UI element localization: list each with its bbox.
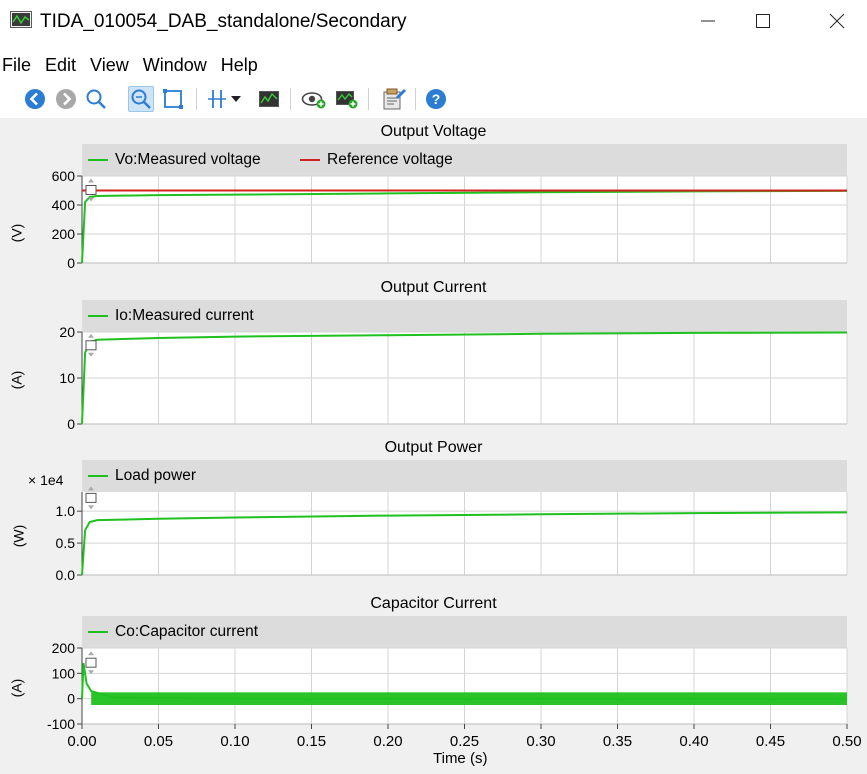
window-title: TIDA_010054_DAB_standalone/Secondary bbox=[40, 11, 407, 32]
y-tick-label: 600 bbox=[52, 168, 76, 184]
maximize-button[interactable] bbox=[741, 4, 785, 38]
y-tick-label: 0 bbox=[67, 691, 75, 707]
cursor-marker-up bbox=[88, 486, 94, 491]
back-button[interactable] bbox=[22, 86, 48, 112]
dropdown-arrow-icon bbox=[231, 96, 241, 102]
add-scope-icon bbox=[336, 91, 358, 109]
watch-icon bbox=[301, 92, 326, 109]
toolbar-separator bbox=[415, 88, 416, 110]
toolbar-separator bbox=[368, 88, 369, 110]
y-tick-label: 10 bbox=[59, 370, 75, 386]
y-tick-label: 100 bbox=[52, 665, 76, 681]
zoom-button[interactable] bbox=[83, 86, 109, 112]
menu-view[interactable]: View bbox=[88, 55, 131, 76]
y-tick-label: 0 bbox=[67, 255, 75, 271]
zoom-box-icon bbox=[163, 89, 183, 109]
settings-icon bbox=[383, 88, 406, 110]
x-tick-label: 0.00 bbox=[67, 733, 96, 750]
x-tick-label: 0.25 bbox=[450, 733, 479, 750]
cursor-marker bbox=[85, 185, 97, 195]
app-scope-icon bbox=[10, 11, 32, 28]
watch-button[interactable] bbox=[301, 86, 327, 112]
title-bar: TIDA_010054_DAB_standalone/Secondary bbox=[0, 0, 867, 48]
maximize-icon bbox=[756, 14, 770, 28]
minimize-button[interactable] bbox=[686, 4, 730, 38]
close-icon bbox=[829, 13, 845, 29]
y-tick-label: -100 bbox=[47, 716, 75, 732]
help-button[interactable]: ? bbox=[423, 86, 449, 112]
close-button[interactable] bbox=[815, 4, 859, 38]
menu-file[interactable]: File bbox=[0, 55, 33, 76]
cursor-icon bbox=[208, 90, 226, 108]
y-tick-label: 200 bbox=[52, 640, 76, 656]
help-icon: ? bbox=[426, 89, 446, 109]
x-tick-label: 0.40 bbox=[679, 733, 708, 750]
menu-help[interactable]: Help bbox=[219, 55, 260, 76]
scope-plot-area: Output Voltage Vo:Measured voltage Refer… bbox=[0, 118, 867, 774]
menu-edit[interactable]: Edit bbox=[43, 55, 78, 76]
x-tick-label: 0.35 bbox=[603, 733, 632, 750]
zoom-fit-icon bbox=[131, 89, 151, 109]
toolbar: ? bbox=[0, 82, 867, 116]
cursor-marker bbox=[85, 340, 97, 351]
minimize-icon bbox=[701, 20, 715, 22]
y-tick-label: 0 bbox=[67, 416, 75, 432]
x-tick-label: 0.30 bbox=[526, 733, 555, 750]
y-tick-label: 400 bbox=[52, 197, 76, 213]
zoom-icon bbox=[86, 89, 106, 109]
x-tick-label: 0.50 bbox=[832, 733, 861, 750]
x-tick-label: 0.10 bbox=[220, 733, 249, 750]
y-tick-label: 0.0 bbox=[56, 567, 76, 583]
toolbar-separator bbox=[196, 88, 197, 110]
zoom-fit-button[interactable] bbox=[128, 86, 154, 112]
back-icon bbox=[25, 89, 45, 109]
menu-bar: File Edit View Window Help bbox=[0, 52, 260, 78]
forward-button[interactable] bbox=[53, 86, 79, 112]
menu-window[interactable]: Window bbox=[141, 55, 209, 76]
scope-plots[interactable]: 6004002000201001.00.50.02001000-1000.00 0… bbox=[0, 118, 867, 774]
y-tick-label: 20 bbox=[59, 324, 75, 340]
y-tick-label: 1.0 bbox=[56, 503, 76, 519]
x-tick-label: 0.45 bbox=[756, 733, 785, 750]
y-tick-label: 200 bbox=[52, 226, 76, 242]
spectrum-icon bbox=[259, 91, 279, 107]
y-tick-label: 0.5 bbox=[56, 535, 76, 551]
spectrum-button[interactable] bbox=[256, 86, 282, 112]
x-tick-label: 0.15 bbox=[297, 733, 326, 750]
cursor-menu-button[interactable] bbox=[228, 86, 244, 112]
settings-button[interactable] bbox=[381, 86, 407, 112]
x-tick-label: 0.20 bbox=[373, 733, 402, 750]
toolbar-separator bbox=[290, 88, 291, 110]
cursor-button[interactable] bbox=[204, 86, 230, 112]
svg-text:?: ? bbox=[432, 91, 441, 107]
cursor-marker bbox=[85, 657, 97, 668]
zoom-box-button[interactable] bbox=[160, 86, 186, 112]
x-tick-label: 0.05 bbox=[144, 733, 173, 750]
cursor-marker bbox=[85, 492, 97, 503]
forward-icon bbox=[56, 89, 76, 109]
add-scope-button[interactable] bbox=[334, 86, 360, 112]
